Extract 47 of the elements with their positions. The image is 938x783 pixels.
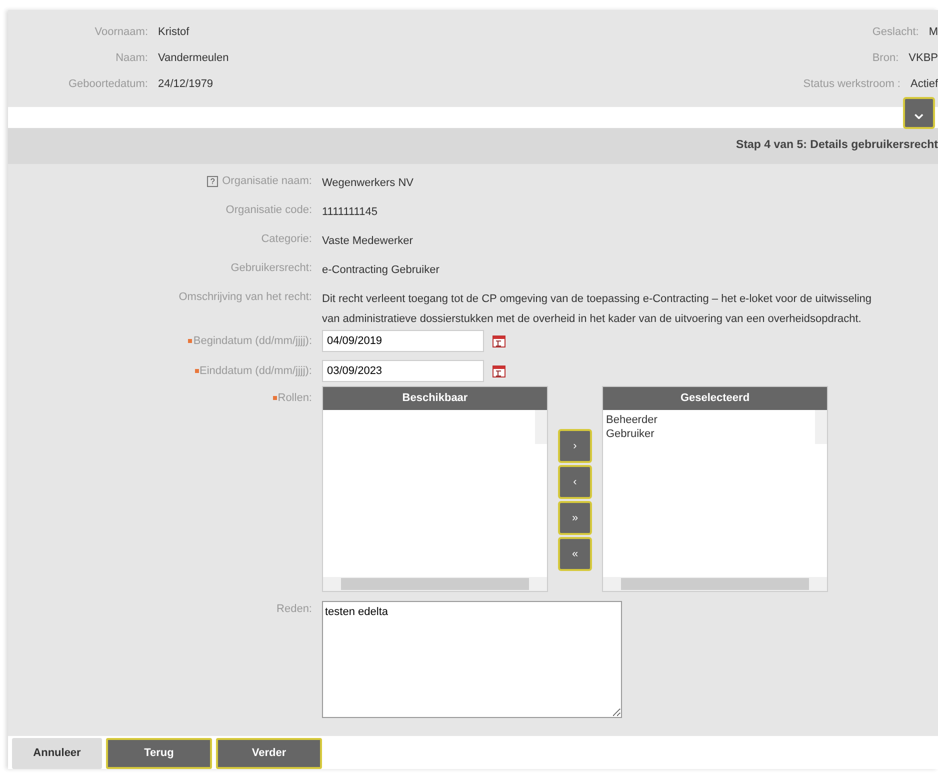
field-value: Kristof: [158, 24, 190, 40]
field-label: Organisatie naam:: [222, 175, 312, 187]
field-label: Naam:: [114, 50, 149, 66]
list-item[interactable]: Beheerder: [606, 413, 811, 427]
field-label: Reden:: [276, 603, 312, 615]
field-value: Actief: [910, 76, 938, 92]
expand-button[interactable]: ⌄: [903, 97, 935, 129]
field-label: Voornaam:: [94, 24, 149, 40]
field-label: Categorie:: [261, 233, 312, 245]
field-value: M: [928, 24, 938, 40]
list-header: Beschikbaar: [323, 387, 547, 410]
field-label: Status werkstroom :: [802, 76, 902, 92]
date-field[interactable]: 03/09/2023: [322, 360, 484, 382]
field-value: 1111111145: [322, 205, 378, 220]
field-label: Begindatum (dd/mm/jjjj):: [193, 335, 312, 347]
footer-button[interactable]: Terug: [106, 738, 212, 769]
field-label: Organisatie code:: [226, 204, 312, 216]
field-label: Einddatum (dd/mm/jjjj):: [200, 365, 312, 377]
field-value: Vaste Medewerker: [322, 234, 414, 249]
scrollbar: [815, 410, 827, 444]
field-value: Wegenwerkers NV: [322, 176, 414, 191]
field-value: 24/12/1979: [158, 76, 214, 92]
scrollbar: [535, 410, 547, 444]
field-value: Vandermeulen: [158, 50, 229, 66]
footer-button[interactable]: Annuleer: [12, 738, 102, 769]
date-field[interactable]: 04/09/2019: [322, 330, 484, 352]
field-label: Rollen:: [278, 392, 312, 404]
field-label: Geslacht:: [871, 24, 920, 40]
footer-button[interactable]: Verder: [216, 738, 322, 769]
calendar-icon[interactable]: [492, 364, 506, 378]
field-label: Bron:: [871, 50, 900, 66]
reason-field[interactable]: testen edelta: [322, 601, 622, 718]
list-item[interactable]: Gebruiker: [606, 427, 811, 441]
field-value: Dit recht verleent toegang tot de CP omgeving van de toepassing e-Contracting – het e-loket voor de uitwisseling van administratieve dossierstukken met de overheid in het kader van de uitvoering van een overheidsopdracht.: [322, 292, 873, 327]
move-button[interactable]: «: [558, 537, 592, 571]
field-label: Omschrijving van het recht:: [178, 291, 312, 303]
field-value: VKBP: [908, 50, 938, 66]
field-label: Geboortedatum:: [68, 76, 149, 92]
calendar-icon[interactable]: [492, 334, 506, 348]
field-value: e-Contracting Gebruiker: [322, 263, 440, 278]
field-label: Gebruikersrecht:: [230, 262, 312, 274]
move-button[interactable]: ‹: [558, 465, 592, 499]
move-button[interactable]: ›: [558, 429, 592, 463]
help-icon[interactable]: ?: [207, 176, 218, 187]
list-header: Geselecteerd: [603, 387, 827, 410]
move-button[interactable]: »: [558, 501, 592, 535]
step-title: Stap 4 van 5: Details gebruikersrecht: [736, 138, 938, 154]
